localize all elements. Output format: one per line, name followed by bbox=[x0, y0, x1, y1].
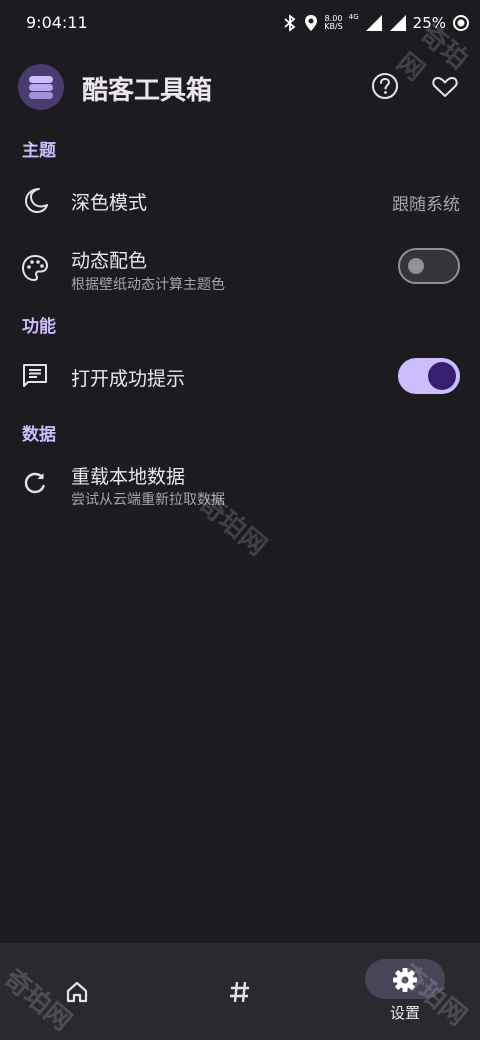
record-icon bbox=[453, 15, 469, 31]
dark-mode-value: 跟随系统 bbox=[392, 195, 460, 215]
net-speed: 8.00 KB/S bbox=[324, 15, 343, 31]
reload-data-subtitle: 尝试从云端重新拉取数据 bbox=[71, 492, 225, 508]
home-icon bbox=[66, 981, 88, 1003]
section-title-theme: 主题 bbox=[22, 141, 56, 161]
status-bar: 9:04:11 8.00 KB/S 4G 25% bbox=[0, 0, 480, 46]
dynamic-color-subtitle: 根据壁纸动态计算主题色 bbox=[71, 277, 225, 293]
switch-knob bbox=[408, 258, 424, 274]
heart-outline-icon bbox=[432, 77, 458, 97]
reload-data-title: 重载本地数据 bbox=[71, 466, 186, 488]
message-icon bbox=[23, 364, 47, 387]
dark-mode-title: 深色模式 bbox=[71, 192, 148, 214]
bottom-navigation: 设置 bbox=[0, 943, 480, 1040]
dynamic-color-setting[interactable]: 动态配色 根据壁纸动态计算主题色 bbox=[0, 240, 480, 300]
refresh-icon bbox=[24, 472, 45, 494]
location-icon bbox=[305, 15, 318, 31]
dynamic-color-title: 动态配色 bbox=[71, 250, 148, 272]
open-success-tip-title: 打开成功提示 bbox=[71, 368, 186, 390]
open-success-tip-setting[interactable]: 打开成功提示 bbox=[0, 348, 480, 404]
app-title: 酷客工具箱 bbox=[82, 76, 213, 106]
signal-icon-2 bbox=[389, 15, 406, 31]
nav-item-home[interactable] bbox=[0, 943, 160, 1040]
status-icons: 8.00 KB/S 4G 25% bbox=[282, 10, 470, 36]
favorite-button[interactable] bbox=[429, 70, 461, 102]
reload-data-setting[interactable]: 重载本地数据 尝试从云端重新拉取数据 bbox=[0, 456, 480, 516]
moon-icon bbox=[25, 188, 48, 213]
app-logo bbox=[18, 64, 64, 110]
nav-item-tags[interactable] bbox=[160, 943, 320, 1040]
section-title-data: 数据 bbox=[22, 425, 56, 445]
nav-label-settings: 设置 bbox=[389, 1004, 420, 1022]
layers-icon bbox=[29, 76, 53, 99]
signal-icon bbox=[365, 15, 382, 31]
open-success-tip-switch[interactable] bbox=[398, 358, 460, 394]
section-title-features: 功能 bbox=[22, 317, 56, 337]
gear-icon bbox=[393, 968, 417, 992]
bluetooth-icon bbox=[284, 14, 296, 32]
app-bar: 酷客工具箱 bbox=[0, 60, 480, 116]
dark-mode-setting[interactable]: 深色模式 跟随系统 bbox=[0, 172, 480, 228]
net-speed-unit: KB/S bbox=[324, 22, 343, 31]
palette-icon bbox=[21, 254, 49, 282]
help-button[interactable] bbox=[369, 70, 401, 102]
battery-level: 25% bbox=[412, 14, 446, 32]
nav-active-indicator bbox=[365, 959, 445, 999]
nav-item-settings[interactable]: 设置 bbox=[320, 943, 480, 1040]
network-type: 4G bbox=[348, 13, 359, 21]
help-circle-icon bbox=[372, 73, 398, 99]
dynamic-color-switch[interactable] bbox=[398, 248, 460, 284]
hash-icon bbox=[230, 981, 249, 1003]
switch-knob bbox=[428, 362, 456, 390]
status-time: 9:04:11 bbox=[26, 13, 88, 32]
